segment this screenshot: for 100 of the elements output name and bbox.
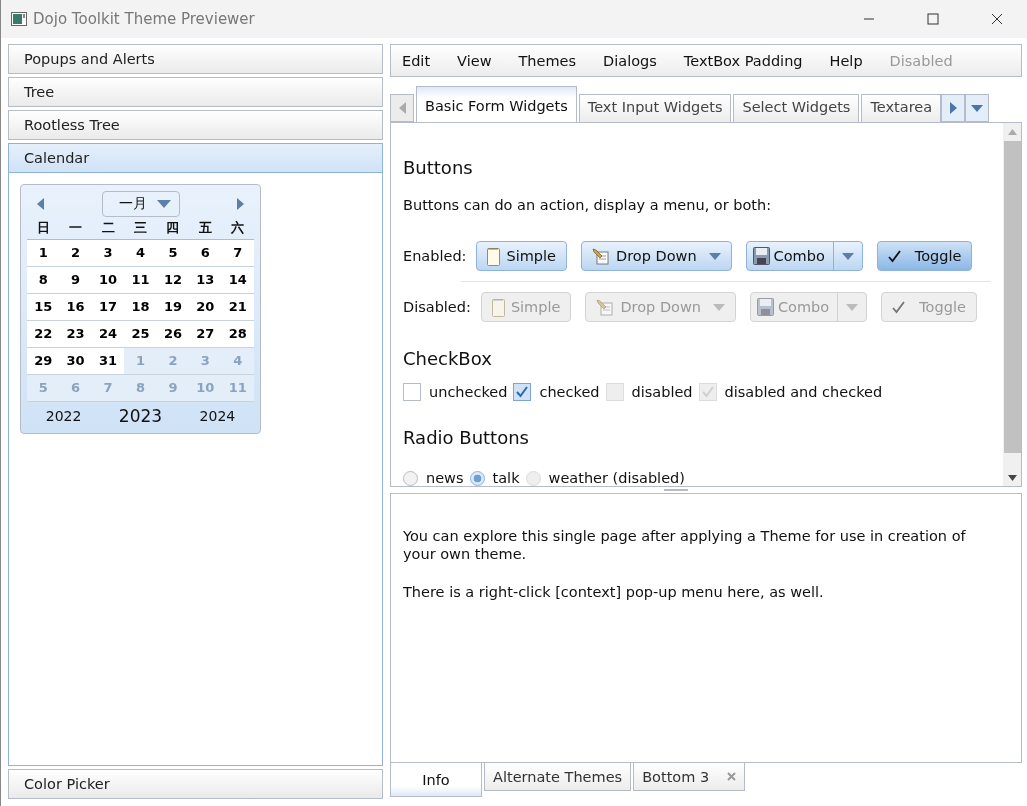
scroll-right-button[interactable]	[941, 94, 966, 122]
checkbox[interactable]	[513, 383, 532, 401]
radio-button[interactable]	[403, 470, 418, 486]
section-heading: Radio Buttons	[403, 427, 530, 448]
weekday-label: 三	[134, 219, 147, 237]
radio-button[interactable]	[469, 470, 485, 486]
calendar-day[interactable]: 30	[59, 348, 92, 375]
calendar-day[interactable]: 4	[124, 240, 157, 267]
calendar-day[interactable]: 25	[124, 321, 157, 348]
checkbox-label: disabled and checked	[724, 384, 883, 400]
document-pencil-icon	[592, 247, 610, 265]
calendar-day[interactable]: 10	[91, 267, 125, 294]
weekday-label: 六	[231, 219, 245, 237]
checkbox[interactable]	[403, 383, 421, 401]
description-text: Buttons can do an action, display a menu, or both:	[403, 197, 773, 213]
next-year[interactable]: 2024	[199, 407, 236, 424]
calendar-day[interactable]: 19	[156, 294, 190, 321]
info-text: There is a right-click [context] pop-up menu here, as well.	[403, 583, 825, 602]
tab[interactable]: Alternate Themes	[484, 763, 632, 791]
menu-item[interactable]: Edit	[395, 52, 445, 69]
tab[interactable]: Select Widgets	[733, 94, 860, 122]
caret-icon	[708, 252, 721, 260]
calendar-day[interactable]: 1	[27, 240, 60, 267]
calendar-day[interactable]: 20	[189, 294, 222, 321]
calendar-day[interactable]: 17	[91, 294, 125, 321]
checkbox-label: disabled	[631, 384, 693, 400]
up-arrow-icon[interactable]	[1007, 129, 1017, 135]
maximize-icon[interactable]	[927, 13, 939, 25]
weekday-label: 二	[101, 219, 115, 237]
calendar-day[interactable]: 29	[27, 348, 60, 375]
calendar-day[interactable]: 23	[59, 321, 92, 348]
calendar-day[interactable]: 12	[156, 267, 190, 294]
calendar-day[interactable]: 14	[221, 267, 254, 294]
weekday-label: 四	[166, 219, 180, 237]
previous-month-icon[interactable]	[37, 198, 45, 210]
row-label: Enabled:	[403, 248, 467, 264]
notepad-icon	[491, 297, 505, 317]
dropdown-button[interactable]: Drop Down	[581, 241, 732, 271]
accordion-header[interactable]: Calendar	[8, 143, 383, 173]
scroll-left-button[interactable]	[390, 94, 414, 122]
tab-menu-button[interactable]	[965, 94, 990, 122]
menu-item[interactable]: View	[450, 52, 506, 69]
simple-button[interactable]: Simple	[476, 241, 567, 271]
calendar-day[interactable]: 2	[59, 240, 92, 267]
close-icon[interactable]	[991, 13, 1003, 25]
tab[interactable]: Bottom 3	[633, 763, 746, 791]
notepad-icon	[487, 246, 501, 266]
caret-icon	[846, 303, 859, 311]
tab[interactable]: Info	[390, 763, 482, 797]
window-title: Dojo Toolkit Theme Previewer	[33, 10, 255, 28]
radio-label: weather (disabled)	[548, 470, 685, 486]
calendar-day[interactable]: 16	[59, 294, 92, 321]
caret-icon	[713, 303, 725, 311]
radio-label: news	[426, 470, 464, 486]
calendar-day[interactable]: 5	[156, 240, 190, 267]
calendar-day[interactable]: 13	[189, 267, 222, 294]
section-heading: Buttons	[403, 157, 474, 178]
next-month-icon[interactable]	[236, 198, 244, 210]
menu-item[interactable]: Themes	[511, 52, 591, 69]
weekday-label: 日	[36, 219, 50, 237]
calendar-day[interactable]: 9	[59, 267, 92, 294]
calendar-day[interactable]: 18	[124, 294, 157, 321]
caret-icon	[156, 200, 171, 208]
calendar-day[interactable]: 22	[27, 321, 60, 348]
toggle-button[interactable]: Toggle	[876, 241, 973, 271]
calendar-day[interactable]: 6	[189, 240, 222, 267]
calendar-day[interactable]: 7	[221, 240, 254, 267]
menu-item[interactable]: Help	[822, 52, 877, 69]
accordion-header[interactable]: Popups and Alerts	[8, 44, 383, 74]
menu-item[interactable]: Dialogs	[596, 52, 671, 69]
combo-button[interactable]: Combo	[745, 241, 863, 271]
calendar-day[interactable]: 31	[91, 348, 125, 375]
calendar-day[interactable]: 27	[189, 321, 222, 348]
checkbox-label: checked	[539, 384, 600, 400]
tab[interactable]: Basic Form Widgets	[416, 86, 577, 122]
month-dropdown[interactable]: 一月	[101, 191, 180, 217]
calendar-day[interactable]: 28	[221, 321, 254, 348]
radio-label: talk	[492, 470, 520, 486]
menu-item[interactable]: TextBox Padding	[676, 52, 817, 69]
calendar-day[interactable]: 8	[27, 267, 60, 294]
down-arrow-icon[interactable]	[1007, 475, 1017, 481]
caret-icon	[971, 104, 984, 112]
previous-year[interactable]: 2022	[45, 407, 82, 424]
tab[interactable]: Textarea	[861, 94, 942, 122]
accordion-header[interactable]: Tree	[8, 77, 383, 107]
calendar-day[interactable]: 24	[91, 321, 125, 348]
row-label: Disabled:	[403, 299, 471, 315]
check-icon	[892, 300, 906, 314]
calendar-day[interactable]: 21	[221, 294, 254, 321]
accordion-header[interactable]: Rootless Tree	[8, 110, 383, 140]
splitter-handle[interactable]	[664, 489, 688, 491]
accordion-header[interactable]: Color Picker	[8, 769, 383, 799]
calendar-day[interactable]: 3	[91, 240, 125, 267]
calendar-day[interactable]: 15	[27, 294, 60, 321]
calendar-day[interactable]: 11	[124, 267, 157, 294]
scrollbar[interactable]	[1003, 123, 1021, 486]
calendar-day[interactable]: 26	[156, 321, 190, 348]
checkbox-label: unchecked	[429, 384, 508, 400]
app-icon	[11, 12, 27, 26]
tab[interactable]: Text Input Widgets	[578, 94, 732, 122]
